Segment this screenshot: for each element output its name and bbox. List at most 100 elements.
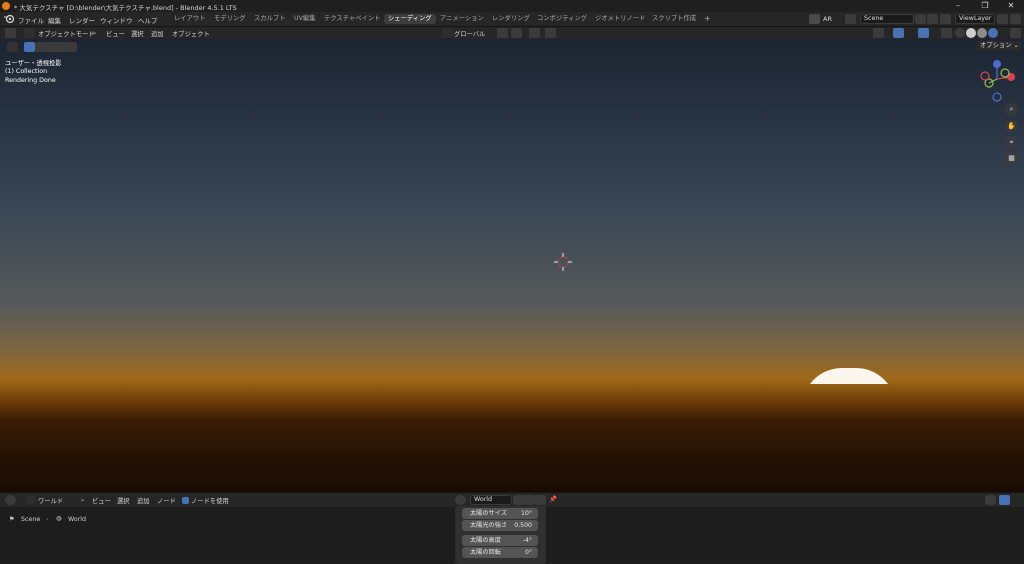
tab-compositing[interactable]: コンポジティング xyxy=(533,14,591,24)
tab-scripting[interactable]: スクリプト作成 xyxy=(648,14,700,24)
node-menu-select[interactable]: 選択 xyxy=(117,496,130,505)
sun-rotation-field[interactable]: 太陽の回転 0° xyxy=(462,547,538,558)
menu-help[interactable]: ヘルプ xyxy=(138,15,158,25)
blender-menu-icon[interactable] xyxy=(4,14,14,24)
menu-edit[interactable]: 編集 xyxy=(48,15,61,25)
pin-icon[interactable]: 📌 xyxy=(549,495,557,503)
menu-window[interactable]: ウィンドウ xyxy=(100,15,133,25)
viewport-menu-select[interactable]: 選択 xyxy=(131,29,144,38)
maximize-button[interactable]: ❐ xyxy=(973,0,997,12)
select-extend-icon[interactable] xyxy=(35,42,46,52)
node-menu-add[interactable]: 追加 xyxy=(137,496,150,505)
object-mode-icon[interactable] xyxy=(24,28,35,38)
render-status-label: Rendering Done xyxy=(5,77,56,84)
navigation-gizmo[interactable] xyxy=(975,59,1020,104)
select-box-icon[interactable] xyxy=(24,42,35,52)
new-scene-icon[interactable] xyxy=(915,14,926,24)
gizmo-toggle-icon[interactable] xyxy=(893,28,904,38)
camera-view-icon[interactable]: ⌖ xyxy=(1005,136,1018,149)
ar-toggle-icon[interactable] xyxy=(809,14,820,24)
wireframe-shading-icon[interactable] xyxy=(955,28,965,38)
chevron-down-icon[interactable]: ⌄ xyxy=(80,496,85,503)
blender-logo-icon xyxy=(2,2,10,10)
viewport-menu-view[interactable]: ビュー xyxy=(106,29,125,38)
viewport-menu-add[interactable]: 追加 xyxy=(151,29,164,38)
world-globe-icon[interactable] xyxy=(25,495,36,505)
shader-editor-type-icon[interactable] xyxy=(5,495,16,505)
viewlayer-field[interactable]: ViewLayer xyxy=(955,14,995,24)
tab-texture-paint[interactable]: テクスチャペイント xyxy=(320,14,384,24)
snap-target-icon[interactable] xyxy=(529,28,540,38)
transform-orientation-icon[interactable] xyxy=(442,28,453,38)
tab-geometry-nodes[interactable]: ジオメトリノード xyxy=(591,14,649,24)
use-nodes-label: ノードを使用 xyxy=(191,498,229,505)
xray-toggle-icon[interactable] xyxy=(941,28,952,38)
scene-browse-icon[interactable] xyxy=(845,14,856,24)
proportional-edit-icon[interactable] xyxy=(545,28,556,38)
delete-scene-icon[interactable] xyxy=(927,14,938,24)
unlink-world-icon[interactable] xyxy=(535,495,546,505)
object-mode-dropdown[interactable]: オブジェクトモード xyxy=(38,29,95,38)
world-browse-icon[interactable] xyxy=(455,495,466,505)
overlay-icon[interactable] xyxy=(999,495,1010,505)
material-shading-icon[interactable] xyxy=(977,28,987,38)
pan-hand-icon[interactable]: ✋ xyxy=(1005,120,1018,133)
menu-render[interactable]: レンダー xyxy=(69,15,95,25)
sun-elevation-label: 太陽の高度 xyxy=(470,537,501,544)
snapping-icon[interactable] xyxy=(985,495,996,505)
duplicate-world-icon[interactable] xyxy=(524,495,535,505)
world-name-field[interactable]: World xyxy=(470,495,512,505)
select-intersect-icon[interactable] xyxy=(66,42,77,52)
world-icon: ◍ xyxy=(56,515,62,522)
tab-shading[interactable]: シェーディング xyxy=(384,14,436,24)
sun-intensity-field[interactable]: 太陽光の強さ 0.500 xyxy=(462,520,538,531)
visibility-icon[interactable] xyxy=(873,28,884,38)
sun-intensity-value: 0.500 xyxy=(514,522,532,529)
editor-type-icon[interactable] xyxy=(5,28,16,38)
snap-icon[interactable] xyxy=(511,28,522,38)
pause-render-icon[interactable] xyxy=(1010,28,1021,38)
viewport-menu-object[interactable]: オブジェクト xyxy=(172,29,210,38)
use-nodes-checkbox[interactable] xyxy=(182,497,189,504)
options-dropdown[interactable]: オプション ⌄ xyxy=(976,41,1022,51)
delete-viewlayer-icon[interactable] xyxy=(1010,14,1021,24)
ortho-grid-icon[interactable]: ▦ xyxy=(1005,152,1018,165)
tab-layout[interactable]: レイアウト xyxy=(170,14,209,24)
pivot-point-icon[interactable] xyxy=(497,28,508,38)
new-viewlayer-icon[interactable] xyxy=(997,14,1008,24)
tab-modeling[interactable]: モデリング xyxy=(210,14,249,24)
minimize-button[interactable]: – xyxy=(946,0,970,12)
3d-viewport[interactable]: オプション ⌄ ユーザー・透視投影 (1) Collection Renderi… xyxy=(0,39,1024,492)
scene-field[interactable]: Scene xyxy=(860,14,914,24)
chevron-down-icon[interactable]: ⌄ xyxy=(92,29,97,36)
add-workspace-button[interactable]: + xyxy=(700,14,715,24)
scene-icon: ⚑ xyxy=(9,516,15,523)
sun-elevation-field[interactable]: 太陽の高度 -4° xyxy=(462,535,538,546)
sun-rotation-value: 0° xyxy=(524,549,532,556)
viewlayer-browse-icon[interactable] xyxy=(940,14,951,24)
shader-type-dropdown[interactable]: ワールド xyxy=(38,496,63,505)
tab-uv-editing[interactable]: UV編集 xyxy=(290,14,320,24)
node-menu-node[interactable]: ノード xyxy=(157,496,176,505)
ar-label: AR xyxy=(823,15,832,23)
zoom-icon[interactable]: ⌕ xyxy=(1005,103,1018,116)
play-icon[interactable] xyxy=(7,42,18,52)
tab-sculpt[interactable]: スカルプト xyxy=(250,14,289,24)
node-editor-header: ワールド ⌄ ビュー 選択 追加 ノード ノードを使用 World 📌 xyxy=(0,492,1024,511)
solid-shading-icon[interactable] xyxy=(966,28,976,38)
tab-animation[interactable]: アニメーション xyxy=(436,14,488,24)
sun-size-field[interactable]: 太陽のサイズ 10° xyxy=(462,508,538,519)
sun-elevation-value: -4° xyxy=(522,537,532,544)
sun-size-label: 太陽のサイズ xyxy=(470,510,507,517)
menu-file[interactable]: ファイル xyxy=(18,15,44,25)
breadcrumb-world: World xyxy=(68,516,87,523)
tab-rendering[interactable]: レンダリング xyxy=(488,14,534,24)
sun-intensity-label: 太陽光の強さ xyxy=(470,522,508,529)
transform-orientation-dropdown[interactable]: グローバル xyxy=(454,29,485,38)
fake-user-shield-icon[interactable] xyxy=(513,495,524,505)
node-editor[interactable]: ⚑ Scene › ◍ World 太陽のサイズ 10° 太陽光の強さ 0.50… xyxy=(0,506,1024,564)
rendered-shading-icon[interactable] xyxy=(988,28,998,38)
node-menu-view[interactable]: ビュー xyxy=(92,496,111,505)
overlay-toggle-icon[interactable] xyxy=(918,28,929,38)
close-window-button[interactable]: ✕ xyxy=(999,0,1023,12)
